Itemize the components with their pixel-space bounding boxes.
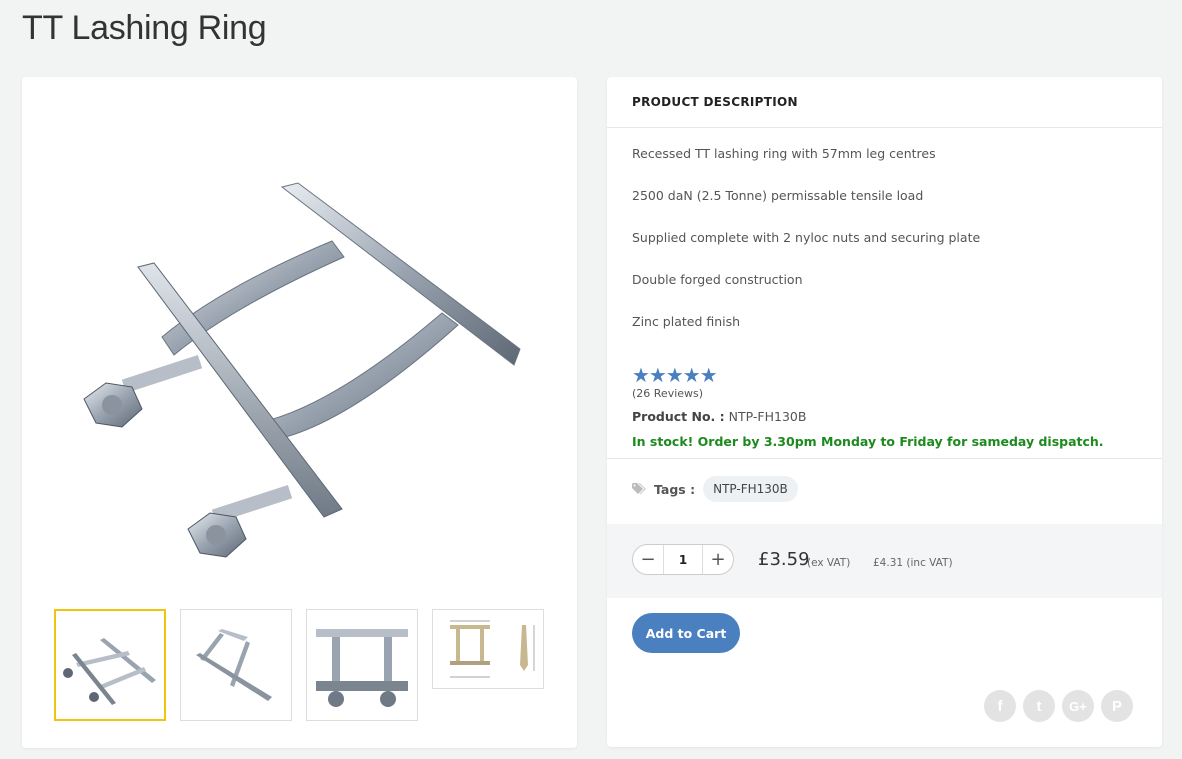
google-plus-icon[interactable]: G+ [1062,690,1094,722]
description-list: Recessed TT lashing ring with 57mm leg c… [607,128,1162,356]
tag-icon [632,483,646,495]
thumbnail-side-view[interactable] [180,609,292,721]
tag-pill[interactable]: NTP-FH130B [703,476,798,502]
price-inc-vat: £4.31 (inc VAT) [873,557,953,569]
quantity-stepper: − + [632,544,734,575]
stock-status: In stock! Order by 3.30pm Monday to Frid… [632,434,1104,449]
tags-label: Tags : [654,481,696,497]
description-line: Double forged construction [632,272,803,287]
main-product-image[interactable] [62,137,542,597]
pinterest-icon[interactable]: P [1101,690,1133,722]
decrease-quantity-button[interactable]: − [633,545,663,574]
product-number-value: NTP-FH130B [728,409,807,424]
product-gallery [22,77,577,748]
page-title: TT Lashing Ring [22,9,267,47]
purchase-bar: − + £3.59 (ex VAT) £4.31 (inc VAT) [607,524,1162,598]
quantity-input[interactable] [663,545,703,574]
ex-vat-label: (ex VAT) [807,557,851,569]
divider [607,458,1162,459]
product-number: Product No. : NTP-FH130B [632,409,806,424]
description-line: Recessed TT lashing ring with 57mm leg c… [632,146,936,161]
tags-row: Tags : NTP-FH130B [632,476,798,502]
thumbnail-top-view[interactable] [306,609,418,721]
add-to-cart-button[interactable]: Add to Cart [632,613,740,653]
thumbnail-strip [54,609,544,721]
review-count[interactable]: (26 Reviews) [632,387,703,400]
product-details: PRODUCT DESCRIPTION Recessed TT lashing … [607,77,1162,747]
description-line: Supplied complete with 2 nyloc nuts and … [632,230,981,245]
facebook-icon[interactable]: f [984,690,1016,722]
twitter-icon[interactable]: t [1023,690,1055,722]
description-header: PRODUCT DESCRIPTION [607,77,1162,128]
thumbnail-dimension-drawing[interactable] [432,609,544,689]
description-line: Zinc plated finish [632,314,741,329]
increase-quantity-button[interactable]: + [703,545,733,574]
product-number-label: Product No. : [632,409,725,424]
rating-stars[interactable]: ★★★★★ [632,363,718,387]
thumbnail-angle-view[interactable] [54,609,166,721]
price-ex-vat: £3.59 [758,549,810,570]
social-share: f t G+ P [984,690,1133,722]
description-line: 2500 daN (2.5 Tonne) permissable tensile… [632,188,924,203]
